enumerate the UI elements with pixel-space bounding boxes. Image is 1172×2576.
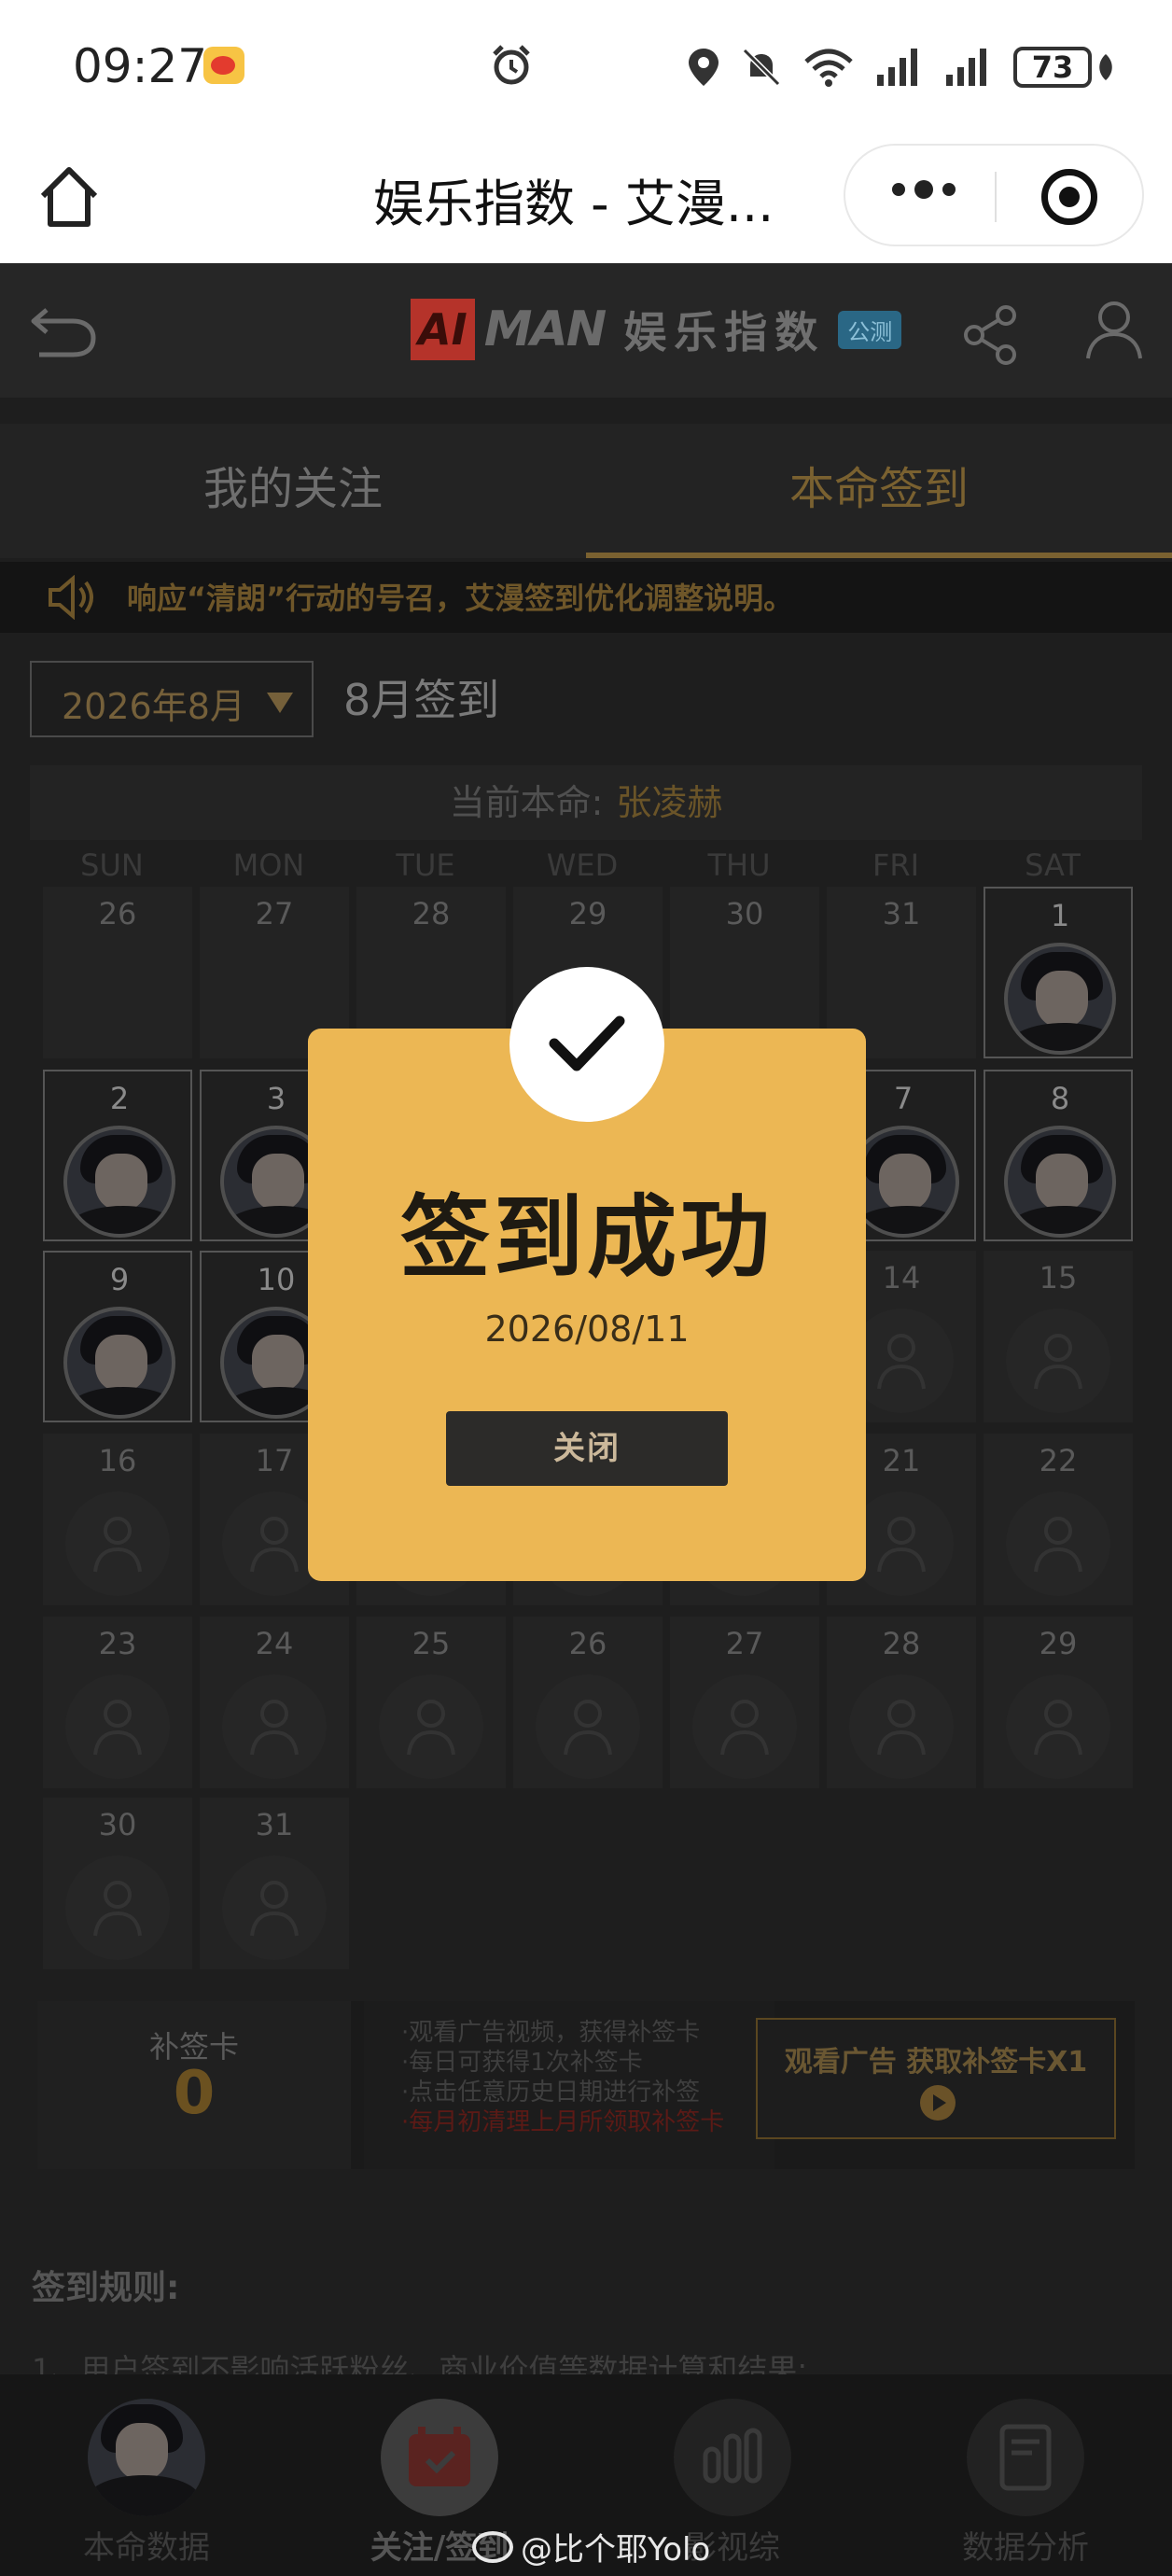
- watermark-text: @比个耶Yolo: [521, 2531, 711, 2569]
- mute-bell-icon: [742, 48, 781, 87]
- close-miniprogram-icon[interactable]: [1041, 169, 1097, 225]
- modal-date: 2026/08/11: [484, 1309, 690, 1350]
- weibo-watermark: @比个耶Yolo: [472, 2524, 710, 2569]
- modal-close-button[interactable]: 关闭: [446, 1411, 728, 1486]
- wifi-icon: [804, 49, 853, 87]
- location-icon: [689, 49, 719, 86]
- signal-icon-2: [946, 49, 986, 86]
- status-bar: 09:27 73: [0, 0, 1172, 131]
- battery-level: 73: [1013, 47, 1092, 88]
- success-check-icon: [509, 967, 664, 1122]
- home-icon[interactable]: [35, 164, 103, 230]
- leaf-icon: [1099, 54, 1112, 80]
- miniprogram-title: 娱乐指数 - 艾漫...: [373, 175, 774, 233]
- weibo-notification-icon: [203, 47, 244, 84]
- more-icon[interactable]: [892, 180, 956, 199]
- alarm-icon: [493, 45, 530, 85]
- miniprogram-navbar: 娱乐指数 - 艾漫...: [0, 131, 1172, 263]
- capsule-divider: [995, 172, 997, 222]
- battery-indicator: 73: [1013, 47, 1114, 88]
- status-time: 09:27: [73, 39, 208, 93]
- miniprogram-capsule: [844, 144, 1144, 246]
- signal-icon: [877, 49, 917, 86]
- weibo-logo-icon: [472, 2530, 513, 2563]
- modal-title: 签到成功: [400, 1185, 774, 1290]
